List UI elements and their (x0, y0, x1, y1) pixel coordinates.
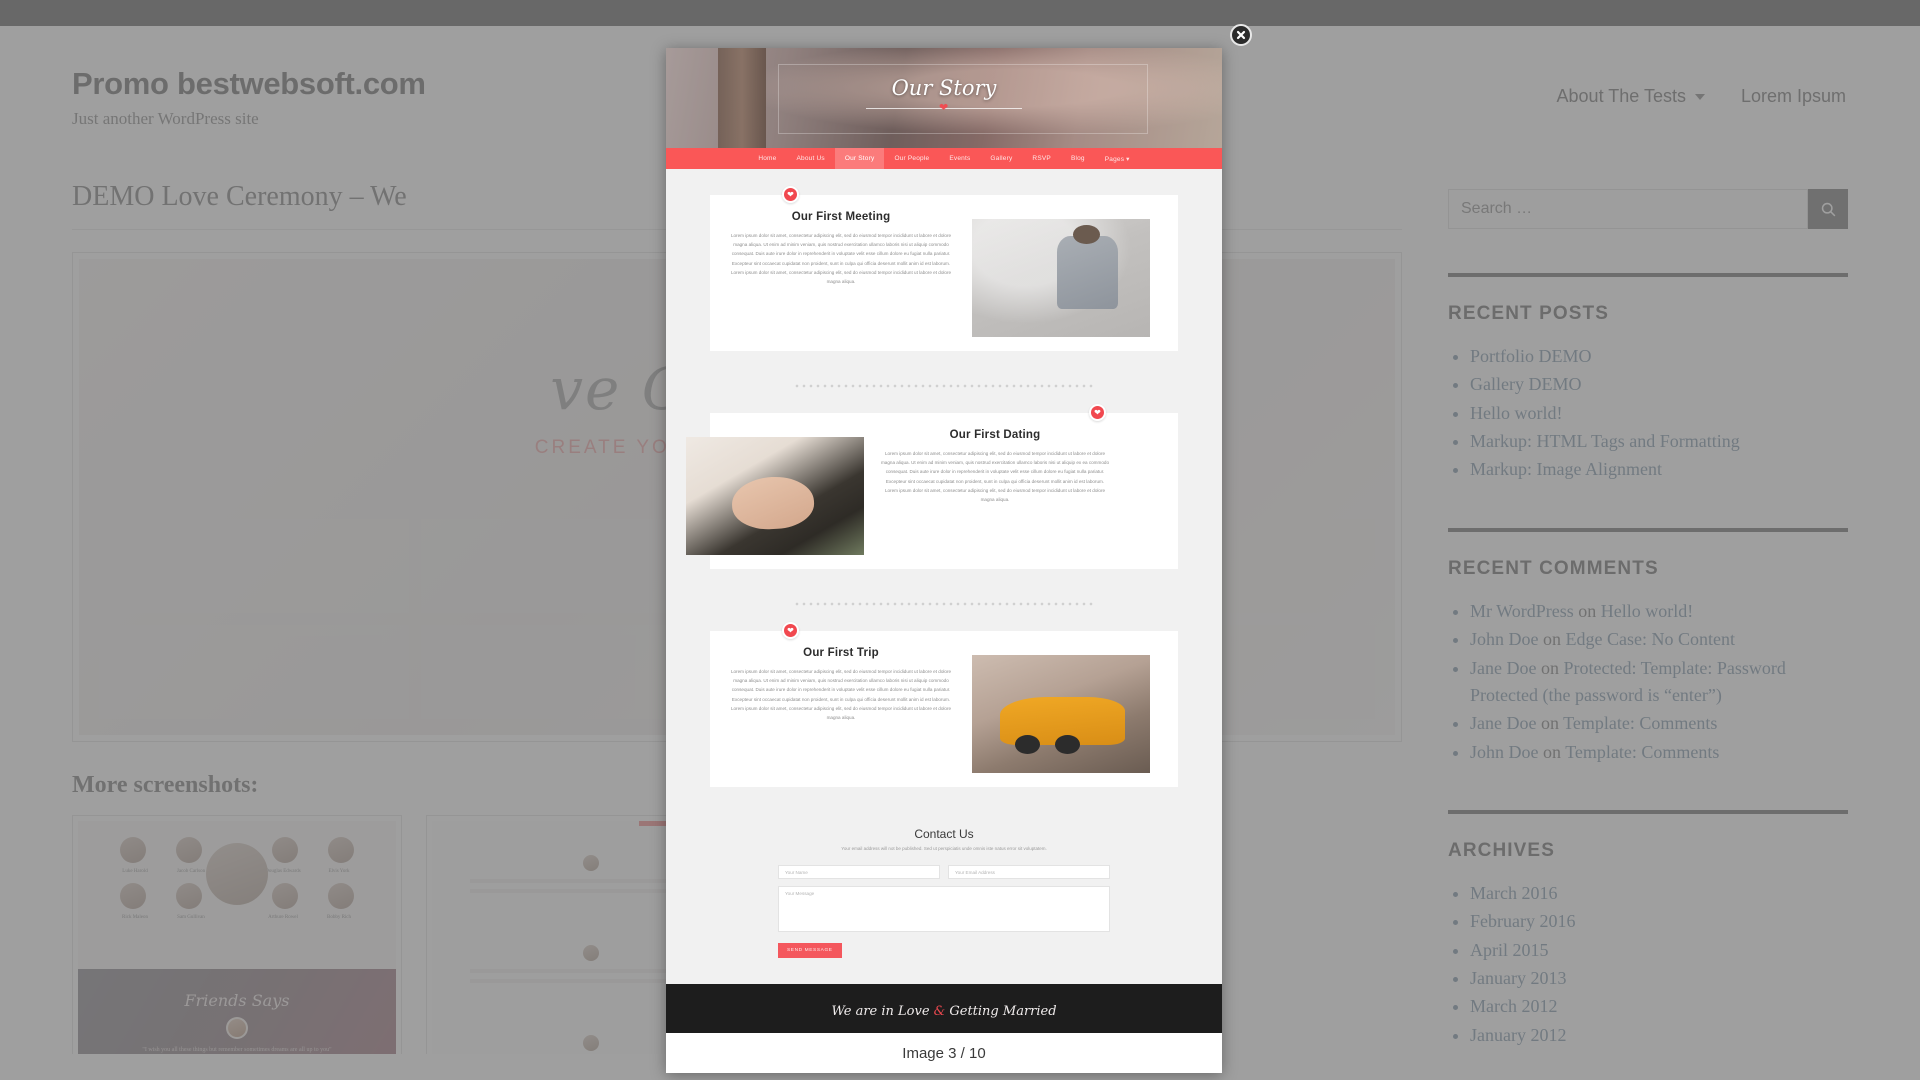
story-block-first-meeting: ❤ Our First Meeting Lorem ipsum dolor si… (710, 186, 1178, 351)
lightbox-caption: Image 3 / 10 (666, 1033, 1222, 1073)
demo-nav-gallery[interactable]: Gallery (980, 148, 1022, 169)
footer-ampersand: & (933, 1004, 946, 1019)
lightbox-image[interactable]: Our Story ❤ Home About Us Our Story Our … (666, 48, 1222, 1033)
story-text: Our First Trip Lorem ipsum dolor sit ame… (710, 645, 972, 722)
story-photo-hands-heart (686, 437, 864, 555)
story-card: Our First Meeting Lorem ipsum dolor sit … (710, 195, 1178, 351)
story-paragraph: Lorem ipsum dolor sit amet, consectetur … (730, 233, 952, 284)
close-icon (1236, 30, 1246, 40)
story-photo-man-with-bicycle (972, 219, 1150, 337)
story-text: Our First Dating Lorem ipsum dolor sit a… (864, 427, 1126, 504)
demo-nav-about-us[interactable]: About Us (786, 148, 834, 169)
demo-hero-banner: Our Story ❤ (666, 48, 1222, 148)
contact-message-field[interactable]: Your Message (778, 886, 1110, 932)
story-text: Our First Meeting Lorem ipsum dolor sit … (710, 209, 972, 286)
demo-nav-our-people[interactable]: Our People (884, 148, 939, 169)
footer-tagline-after: Getting Married (945, 1004, 1057, 1019)
footer-tagline: We are in Love & Getting Married (666, 1004, 1222, 1033)
demo-navigation[interactable]: Home About Us Our Story Our People Event… (666, 148, 1222, 169)
dotted-divider (794, 381, 1094, 391)
contact-section: Contact Us Your email address will not b… (666, 817, 1222, 984)
demo-nav-our-story[interactable]: Our Story (834, 148, 885, 169)
story-paragraph: Lorem ipsum dolor sit amet, consectetur … (730, 669, 952, 720)
contact-email-field[interactable]: Your Email Address (948, 865, 1110, 879)
story-row: Our First Meeting Lorem ipsum dolor sit … (710, 209, 1178, 337)
demo-nav-blog[interactable]: Blog (1061, 148, 1095, 169)
story-block-first-dating: ❤ Our First Dating Lorem ipsum dolor sit… (686, 404, 1178, 569)
story-card: Our First Dating Lorem ipsum dolor sit a… (686, 413, 1178, 569)
story-block-first-trip: ❤ Our First Trip Lorem ipsum dolor sit a… (710, 622, 1178, 787)
story-title: Our First Trip (803, 647, 879, 659)
send-message-button[interactable]: SEND MESSAGE (778, 943, 842, 958)
story-photo-yellow-car (972, 655, 1150, 773)
contact-form[interactable]: Your Name Your Email Address Your Messag… (778, 865, 1110, 958)
demo-nav-home[interactable]: Home (748, 148, 786, 169)
demo-hero-title: Our Story (891, 76, 997, 100)
heart-badge-icon: ❤ (782, 622, 799, 639)
heart-badge-icon: ❤ (782, 186, 799, 203)
story-row: Our First Dating Lorem ipsum dolor sit a… (686, 427, 1178, 555)
lightbox-dialog[interactable]: Our Story ❤ Home About Us Our Story Our … (666, 48, 1222, 1073)
contact-field-row: Your Name Your Email Address (778, 865, 1110, 879)
demo-body: ❤ Our First Meeting Lorem ipsum dolor si… (666, 169, 1222, 1033)
story-card: Our First Trip Lorem ipsum dolor sit ame… (710, 631, 1178, 787)
story-title: Our First Dating (949, 429, 1041, 441)
contact-subtitle: Your email address will not be published… (841, 846, 1047, 851)
story-row: Our First Trip Lorem ipsum dolor sit ame… (710, 645, 1178, 773)
demo-screenshot: Our Story ❤ Home About Us Our Story Our … (666, 48, 1222, 1033)
heart-badge-icon: ❤ (1089, 404, 1106, 421)
demo-footer: We are in Love & Getting Married Theme b… (666, 984, 1222, 1033)
story-title: Our First Meeting (791, 211, 891, 223)
demo-nav-events[interactable]: Events (939, 148, 980, 169)
story-paragraph: Lorem ipsum dolor sit amet, consectetur … (880, 451, 1109, 502)
lightbox-close-button[interactable] (1230, 24, 1252, 46)
heart-icon: ❤ (939, 102, 949, 114)
dotted-divider (794, 599, 1094, 609)
demo-nav-rsvp[interactable]: RSVP (1022, 148, 1061, 169)
contact-name-field[interactable]: Your Name (778, 865, 940, 879)
contact-title: Contact Us (914, 827, 974, 841)
footer-tagline-before: We are in Love (831, 1004, 934, 1019)
demo-nav-pages[interactable]: Pages ▾ (1095, 148, 1140, 169)
